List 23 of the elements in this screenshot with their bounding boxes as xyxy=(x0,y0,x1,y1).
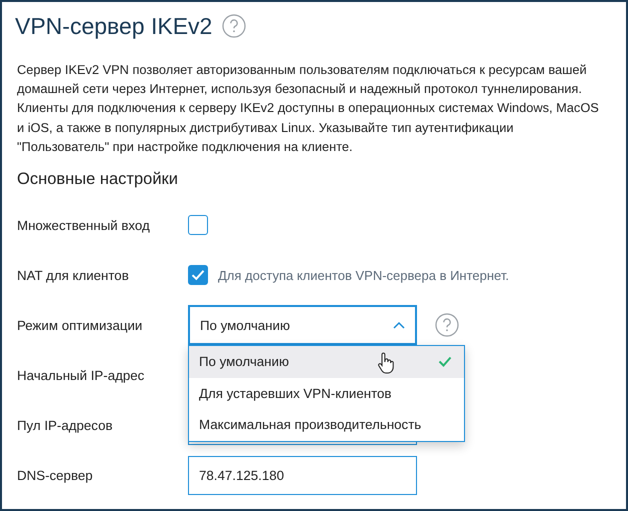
section-heading: Основные настройки xyxy=(17,170,179,190)
help-icon[interactable] xyxy=(435,313,459,338)
check-icon xyxy=(191,269,205,282)
dropdown-option[interactable]: По умолчанию xyxy=(189,346,464,378)
page-title: VPN-сервер IKEv2 xyxy=(15,12,212,40)
field-label: Режим оптимизации xyxy=(16,318,144,333)
help-icon[interactable] xyxy=(222,14,246,38)
checkbox[interactable] xyxy=(188,265,208,286)
hand-cursor-icon xyxy=(377,352,395,374)
hint-text: Для доступа клиентов VPN-сервера в Интернет. xyxy=(218,268,509,283)
field-label: Пул IP-адресов xyxy=(16,418,114,433)
input-field[interactable]: 78.47.125.180 xyxy=(188,456,417,495)
description-text: Сервер IKEv2 VPN позволяет авторизованным пользователям подключаться к ресурсам вашей домашней сети через Интернет, используя безопасный и надежный протокол туннелирования. Клиенты для подключения к серверу IKEv2 доступны в операционных системах Windows, MacOS и iOS, а также в популярных дистрибутивах Linux. Указывайте тип аутентификации "Пользователь" при настройке подключения на клиенте. xyxy=(17,61,600,156)
checkbox[interactable] xyxy=(188,215,208,236)
field-label: Множественный вход xyxy=(16,218,151,233)
chevron-up-icon xyxy=(393,321,405,330)
field-label: Начальный IP-адрес xyxy=(16,368,146,383)
check-icon xyxy=(438,356,452,368)
dropdown-option[interactable]: Максимальная производительность xyxy=(189,409,464,441)
field-label: NAT для клиентов xyxy=(16,268,130,283)
select-field[interactable]: По умолчанию xyxy=(188,305,417,346)
field-label: DNS-сервер xyxy=(16,468,94,483)
dropdown-option[interactable]: Для устаревших VPN-клиентов xyxy=(189,378,464,410)
